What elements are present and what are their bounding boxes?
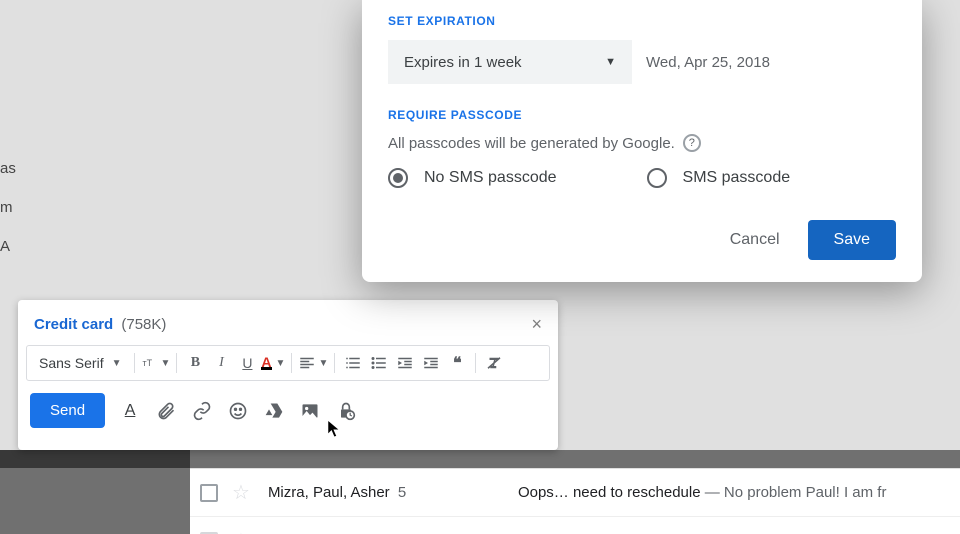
quote-button[interactable]: ❝ [445,350,469,376]
text-fragment: m [0,199,16,216]
radio-label: No SMS passcode [424,169,557,187]
save-button[interactable]: Save [808,220,896,260]
radio-icon [388,168,408,188]
formatting-toolbar: Sans Serif ▼ тT ▼ B I U A ▼ ▼ [26,345,550,381]
radio-sms[interactable]: SMS passcode [647,168,791,188]
cancel-button[interactable]: Cancel [724,223,786,257]
row-senders: Mizra, Paul, Asher 5 [268,484,518,501]
font-family-label: Sans Serif [39,355,104,371]
attachment-chip[interactable]: Credit card (758K) [34,316,166,333]
shadow-band [0,450,190,534]
align-button[interactable]: ▼ [298,350,328,376]
chevron-down-icon: ▼ [112,358,122,369]
help-icon[interactable]: ? [683,134,701,152]
separator [291,353,292,373]
text-fragment: as [0,160,16,177]
row-subject: Oops… need to reschedule [518,484,701,501]
expiration-select-value: Expires in 1 week [404,54,522,71]
attachment-size: (758K) [121,316,166,333]
inbox-list: ☆ Mizra, Paul, Asher 5 Oops… need to res… [190,468,960,534]
passcode-radio-group: No SMS passcode SMS passcode [388,168,896,188]
compose-window: Credit card (758K) × Sans Serif ▼ тT ▼ B… [18,300,558,450]
numbered-list-button[interactable] [341,350,365,376]
chevron-down-icon: ▼ [161,358,171,369]
radio-label: SMS passcode [683,169,791,187]
mouse-cursor-icon [326,418,344,445]
indent-less-button[interactable] [393,350,417,376]
formatting-toggle-icon[interactable]: A [119,400,141,422]
insert-link-icon[interactable] [191,400,213,422]
passcode-section-label: REQUIRE PASSCODE [388,108,896,122]
font-size-button[interactable]: тT ▼ [141,350,171,376]
compose-action-row: Send A [18,381,558,428]
attachment-name[interactable]: Credit card [34,316,113,333]
insert-photo-icon[interactable] [299,400,321,422]
email-row[interactable]: ☆ Zaid, Alex, me Future of labor — Take … [190,517,960,534]
email-row[interactable]: ☆ Mizra, Paul, Asher 5 Oops… need to res… [190,469,960,517]
thread-count: 5 [398,484,406,501]
indent-more-button[interactable] [419,350,443,376]
bold-button[interactable]: B [183,350,207,376]
dialog-button-row: Cancel Save [388,220,896,260]
row-snippet: Oops… need to reschedule — No problem Pa… [518,484,887,501]
bulleted-list-button[interactable] [367,350,391,376]
attach-file-icon[interactable] [155,400,177,422]
text-fragment: A [0,238,16,255]
separator [134,353,135,373]
italic-button[interactable]: I [209,350,233,376]
svg-text:тT: тT [142,358,152,368]
send-button[interactable]: Send [30,393,105,428]
expiration-date-text: Wed, Apr 25, 2018 [646,54,770,71]
left-clipped-text: as m A [0,160,16,277]
passcode-subtext: All passcodes will be generated by Googl… [388,134,896,152]
separator [475,353,476,373]
passcode-subtext-label: All passcodes will be generated by Googl… [388,135,675,152]
compose-header: Credit card (758K) × [18,300,558,345]
underline-button[interactable]: U [235,350,259,376]
row-preview: — No problem Paul! I am fr [701,484,887,501]
radio-no-sms[interactable]: No SMS passcode [388,168,557,188]
star-icon[interactable]: ☆ [232,480,250,505]
expiration-row: Expires in 1 week ▼ Wed, Apr 25, 2018 [388,40,896,84]
insert-drive-icon[interactable] [263,400,285,422]
chevron-down-icon: ▼ [276,358,286,369]
text-color-button[interactable]: A ▼ [261,350,285,376]
confidential-mode-dialog: SET EXPIRATION Expires in 1 week ▼ Wed, … [362,0,922,282]
star-icon[interactable]: ☆ [232,528,250,534]
font-family-select[interactable]: Sans Serif ▼ [33,355,128,371]
expiration-section-label: SET EXPIRATION [388,14,896,28]
expiration-select[interactable]: Expires in 1 week ▼ [388,40,632,84]
chevron-down-icon: ▼ [318,358,328,369]
row-checkbox[interactable] [200,484,218,502]
remove-attachment-icon[interactable]: × [531,314,542,335]
chevron-down-icon: ▼ [605,56,616,68]
radio-icon [647,168,667,188]
senders-text: Mizra, Paul, Asher [268,484,390,501]
remove-formatting-button[interactable] [482,350,506,376]
page-root: as m A Credit card (758K) × Sans Serif ▼… [0,0,960,534]
separator [176,353,177,373]
separator [334,353,335,373]
insert-emoji-icon[interactable] [227,400,249,422]
